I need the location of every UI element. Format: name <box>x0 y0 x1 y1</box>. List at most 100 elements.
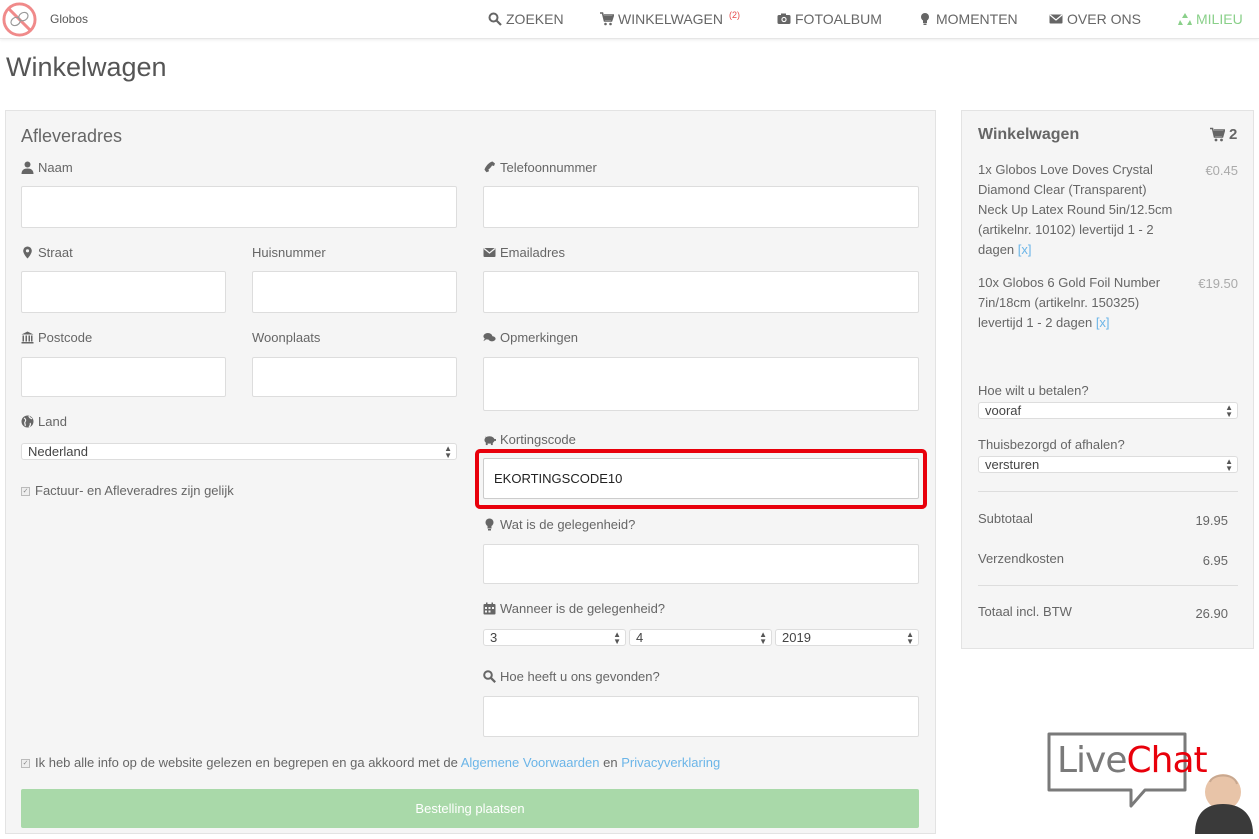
cart-icon <box>1210 127 1225 142</box>
nav-milieu[interactable]: MILIEU <box>1178 11 1243 27</box>
nav-momenten-label: MOMENTEN <box>936 11 1018 27</box>
shipping-value: 6.95 <box>1202 553 1228 568</box>
date-day-value: 3 <box>490 630 498 645</box>
email-input[interactable] <box>483 271 919 313</box>
wanneer-label: Wanneer is de gelegenheid? <box>483 601 665 616</box>
select-arrows-icon: ▲ ▼ <box>1225 403 1233 419</box>
gevonden-input[interactable] <box>483 696 919 737</box>
huisnummer-input[interactable] <box>252 271 457 313</box>
search-icon <box>488 12 502 26</box>
subtotal-label: Subtotaal <box>978 511 1033 526</box>
subtotal-value: 19.95 <box>1195 513 1228 528</box>
pay-select[interactable]: vooraf ▲ ▼ <box>978 402 1238 419</box>
map-marker-icon <box>23 246 32 259</box>
select-arrows-icon: ▲ ▼ <box>1225 457 1233 473</box>
korting-label: Kortingscode <box>483 432 576 447</box>
select-arrows-icon: ▲ ▼ <box>759 630 767 646</box>
piggy-bank-icon <box>484 436 496 446</box>
date-year-select[interactable]: 2019 ▲ ▼ <box>775 629 919 646</box>
opmerkingen-label: Opmerkingen <box>483 330 578 345</box>
cart-item: 1x Globos Love Doves Crystal Diamond Cle… <box>978 160 1178 260</box>
nav-milieu-label: MILIEU <box>1196 11 1243 27</box>
nav-winkelwagen-label: WINKELWAGEN <box>618 11 724 27</box>
camera-icon <box>777 13 791 24</box>
land-select[interactable]: Nederland ▲ ▼ <box>21 443 457 460</box>
date-day-select[interactable]: 3 ▲ ▼ <box>483 629 626 646</box>
total-label: Totaal incl. BTW <box>978 604 1072 619</box>
nav-zoeken[interactable]: ZOEKEN <box>488 11 564 27</box>
nav-momenten[interactable]: MOMENTEN <box>918 11 1018 27</box>
cart-item: 10x Globos 6 Gold Foil Number 7in/18cm (… <box>978 273 1178 333</box>
straat-label: Straat <box>21 245 73 260</box>
telefoon-input[interactable] <box>483 186 919 228</box>
divider <box>978 585 1238 586</box>
livechat-widget[interactable]: LiveChat <box>1045 730 1259 834</box>
delivery-select-value: versturen <box>985 457 1040 472</box>
woonplaats-input[interactable] <box>252 357 457 397</box>
nav-winkelwagen[interactable]: WINKELWAGEN (2) <box>600 10 741 27</box>
top-navbar: Globos ZOEKEN WINKELWAGEN (2) FOTOALBUM M… <box>0 0 1259 39</box>
order-button[interactable]: Bestelling plaatsen <box>21 789 919 828</box>
huisnummer-label: Huisnummer <box>252 245 326 260</box>
cart-item-text: 1x Globos Love Doves Crystal Diamond Cle… <box>978 162 1173 257</box>
pay-select-value: vooraf <box>985 403 1022 418</box>
date-year-value: 2019 <box>782 630 811 645</box>
envelope-icon <box>483 248 496 257</box>
cart-icon <box>600 12 614 26</box>
naam-label: Naam <box>21 160 73 175</box>
institution-icon <box>21 331 34 344</box>
email-label: Emailadres <box>483 245 565 260</box>
brand-name[interactable]: Globos <box>50 12 88 26</box>
page-title: Winkelwagen <box>6 52 167 82</box>
cart-count: 2 <box>1210 126 1237 143</box>
envelope-icon <box>1049 14 1063 24</box>
lightbulb-icon <box>485 518 494 531</box>
postcode-label: Postcode <box>21 330 92 345</box>
land-select-value: Nederland <box>28 444 88 459</box>
search-icon <box>483 670 496 683</box>
logo-icon[interactable] <box>2 2 37 37</box>
terms-text: Ik heb alle info op de website gelezen e… <box>35 755 721 770</box>
pay-label: Hoe wilt u betalen? <box>978 383 1089 398</box>
cart-item-text: 10x Globos 6 Gold Foil Number 7in/18cm (… <box>978 275 1161 330</box>
gelegenheid-input[interactable] <box>483 544 919 584</box>
phone-icon <box>484 161 495 173</box>
calendar-icon <box>483 602 496 615</box>
gelegenheid-label: Wat is de gelegenheid? <box>483 517 635 532</box>
user-icon <box>21 161 34 174</box>
naam-input[interactable] <box>21 186 457 228</box>
same-address-checkbox[interactable]: ✓ <box>21 487 30 496</box>
land-label: Land <box>21 414 67 429</box>
remove-item-link[interactable]: [x] <box>1018 242 1032 257</box>
recycle-icon <box>1178 13 1192 25</box>
delivery-label: Thuisbezorgd of afhalen? <box>978 437 1125 452</box>
date-month-select[interactable]: 4 ▲ ▼ <box>629 629 772 646</box>
postcode-input[interactable] <box>21 357 226 397</box>
comments-icon <box>483 333 496 342</box>
kortingscode-input[interactable]: EKORTINGSCODE10 <box>483 458 919 499</box>
select-arrows-icon: ▲ ▼ <box>613 630 621 646</box>
nav-over-ons[interactable]: OVER ONS <box>1049 11 1141 27</box>
total-value: 26.90 <box>1195 606 1228 621</box>
delivery-select[interactable]: versturen ▲ ▼ <box>978 456 1238 473</box>
select-arrows-icon: ▲ ▼ <box>906 630 914 646</box>
nav-fotoalbum[interactable]: FOTOALBUM <box>777 11 882 27</box>
remove-item-link[interactable]: [x] <box>1096 315 1110 330</box>
cart-title: Winkelwagen <box>978 126 1080 143</box>
straat-input[interactable] <box>21 271 226 313</box>
nav-zoeken-label: ZOEKEN <box>506 11 564 27</box>
nav-fotoalbum-label: FOTOALBUM <box>795 11 882 27</box>
privacy-link[interactable]: Privacyverklaring <box>621 755 720 770</box>
date-month-value: 4 <box>636 630 644 645</box>
cart-badge: (2) <box>729 10 741 20</box>
gevonden-label: Hoe heeft u ons gevonden? <box>483 669 660 684</box>
divider <box>978 491 1238 492</box>
section-title: Afleveradres <box>21 126 123 146</box>
telefoon-label: Telefoonnummer <box>483 160 597 175</box>
opmerkingen-textarea[interactable] <box>483 357 919 411</box>
terms-checkbox[interactable]: ✓ <box>21 759 30 768</box>
nav-over-ons-label: OVER ONS <box>1067 11 1141 27</box>
terms-link[interactable]: Algemene Voorwaarden <box>461 755 600 770</box>
cart-item-price: €0.45 <box>1205 163 1238 178</box>
woonplaats-label: Woonplaats <box>252 330 321 345</box>
